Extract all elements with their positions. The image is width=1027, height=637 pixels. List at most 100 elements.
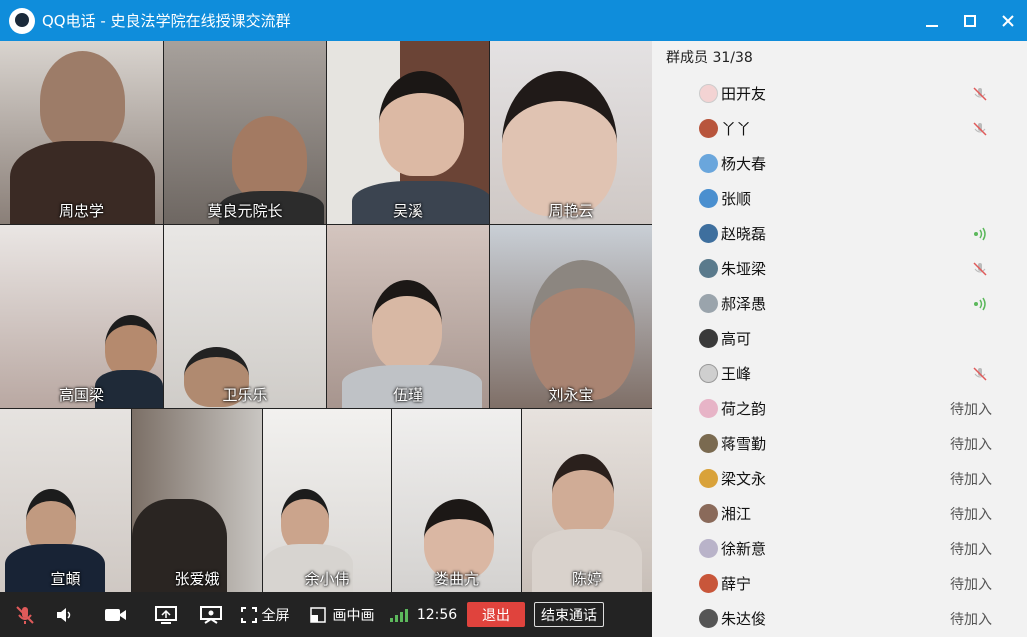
member-name: 杨大春 bbox=[721, 155, 767, 173]
picture-in-picture-icon bbox=[309, 606, 326, 623]
maximize-button[interactable] bbox=[951, 0, 989, 41]
pending-status: 待加入 bbox=[950, 611, 992, 628]
video-tile[interactable]: 娄曲亢 bbox=[392, 409, 521, 592]
member-row[interactable]: 高可 bbox=[652, 321, 1027, 356]
video-grid: 周忠学 莫良元院长 吴溪 周艳云 高国梁 卫乐乐 伍瑾 刘永宝 宣頔 张爱娥 余… bbox=[0, 41, 652, 592]
member-name: 丫丫 bbox=[721, 120, 752, 138]
member-row[interactable]: 蒋雪勤 待加入 bbox=[652, 426, 1027, 461]
participant-name: 刘永宝 bbox=[548, 386, 594, 404]
member-name: 赵晓磊 bbox=[721, 225, 767, 243]
member-row[interactable]: 薛宁 待加入 bbox=[652, 566, 1027, 601]
pip-button[interactable]: 画中画 bbox=[302, 592, 382, 637]
participant-name: 周艳云 bbox=[548, 202, 594, 220]
avatar bbox=[699, 224, 718, 243]
qq-logo-icon bbox=[9, 7, 35, 34]
avatar bbox=[699, 119, 718, 138]
mic-muted-icon bbox=[973, 366, 987, 381]
member-row[interactable]: 田开友 bbox=[652, 76, 1027, 111]
member-name: 薛宁 bbox=[721, 575, 752, 593]
member-row[interactable]: 梁文永 待加入 bbox=[652, 461, 1027, 496]
video-tile[interactable]: 伍瑾 bbox=[327, 225, 489, 408]
member-row[interactable]: 郝泽愚 bbox=[652, 286, 1027, 321]
video-tile[interactable]: 张爱娥 bbox=[132, 409, 262, 592]
member-name: 郝泽愚 bbox=[721, 295, 767, 313]
signal-icon bbox=[390, 608, 408, 622]
video-tile[interactable]: 周忠学 bbox=[0, 41, 163, 224]
member-row[interactable]: 湘江 待加入 bbox=[652, 496, 1027, 531]
call-duration: 12:56 bbox=[416, 606, 458, 623]
member-row[interactable]: 杨大春 bbox=[652, 146, 1027, 181]
avatar bbox=[699, 154, 718, 173]
participant-name: 高国梁 bbox=[58, 386, 104, 404]
end-call-button[interactable]: 结束通话 bbox=[534, 602, 604, 627]
exit-button[interactable]: 退出 bbox=[467, 602, 525, 627]
member-name: 梁文永 bbox=[721, 470, 767, 488]
pending-status: 待加入 bbox=[950, 401, 992, 418]
member-name: 徐新意 bbox=[721, 540, 767, 558]
camera-button[interactable] bbox=[86, 592, 146, 637]
participant-name: 陈婷 bbox=[571, 570, 602, 588]
avatar bbox=[699, 399, 718, 418]
video-tile[interactable]: 卫乐乐 bbox=[164, 225, 326, 408]
demo-button[interactable] bbox=[186, 592, 236, 637]
avatar bbox=[699, 504, 718, 523]
mic-off-icon bbox=[16, 605, 34, 624]
participant-name: 卫乐乐 bbox=[222, 386, 268, 404]
participant-name: 周忠学 bbox=[58, 202, 104, 220]
video-tile[interactable]: 吴溪 bbox=[327, 41, 489, 224]
pip-label: 画中画 bbox=[332, 607, 375, 624]
video-tile[interactable]: 宣頔 bbox=[0, 409, 131, 592]
speaker-icon bbox=[57, 607, 71, 622]
speaker-button[interactable] bbox=[50, 592, 78, 637]
mic-muted-icon bbox=[973, 261, 987, 276]
member-row[interactable]: 赵晓磊 bbox=[652, 216, 1027, 251]
avatar bbox=[699, 609, 718, 628]
member-name: 朱达俊 bbox=[721, 610, 767, 628]
avatar bbox=[699, 539, 718, 558]
member-row[interactable]: 张顺 bbox=[652, 181, 1027, 216]
pending-status: 待加入 bbox=[950, 541, 992, 558]
avatar bbox=[699, 259, 718, 278]
member-row[interactable]: 王峰 bbox=[652, 356, 1027, 391]
participant-name: 莫良元院长 bbox=[207, 202, 283, 220]
member-name: 高可 bbox=[721, 330, 752, 348]
pending-status: 待加入 bbox=[950, 576, 992, 593]
member-row[interactable]: 荷之韵 待加入 bbox=[652, 391, 1027, 426]
share-screen-icon bbox=[155, 605, 177, 624]
member-row[interactable]: 朱达俊 待加入 bbox=[652, 601, 1027, 636]
title-bar: QQ电话 - 史良法学院在线授课交流群 bbox=[0, 0, 1027, 41]
pending-status: 待加入 bbox=[950, 506, 992, 523]
video-tile[interactable]: 余小伟 bbox=[263, 409, 391, 592]
close-button[interactable] bbox=[989, 0, 1027, 41]
member-name: 田开友 bbox=[721, 85, 767, 103]
fullscreen-label: 全屏 bbox=[261, 607, 290, 624]
participant-name: 吴溪 bbox=[392, 202, 423, 220]
share-screen-button[interactable] bbox=[146, 592, 186, 637]
member-row[interactable]: 朱垭梁 bbox=[652, 251, 1027, 286]
member-row[interactable]: 丫丫 bbox=[652, 111, 1027, 146]
fullscreen-button[interactable]: 全屏 bbox=[236, 592, 294, 637]
participant-name: 宣頔 bbox=[50, 570, 81, 588]
participant-name: 伍瑾 bbox=[392, 386, 423, 404]
avatar bbox=[699, 294, 718, 313]
video-tile[interactable]: 周艳云 bbox=[490, 41, 652, 224]
video-tile[interactable]: 陈婷 bbox=[522, 409, 652, 592]
member-name: 朱垭梁 bbox=[721, 260, 767, 278]
video-tile[interactable]: 刘永宝 bbox=[490, 225, 652, 408]
avatar bbox=[699, 469, 718, 488]
member-row[interactable]: 徐新意 待加入 bbox=[652, 531, 1027, 566]
video-tile[interactable]: 莫良元院长 bbox=[164, 41, 326, 224]
mic-muted-icon bbox=[973, 121, 987, 136]
member-panel: 群成员 31/38 田开友 丫丫 杨大春 张顺 赵晓磊 朱垭梁 郝泽愚 高可 王… bbox=[652, 41, 1027, 637]
mute-mic-button[interactable] bbox=[0, 592, 50, 637]
avatar bbox=[699, 84, 718, 103]
close-icon bbox=[1002, 14, 1014, 27]
participant-name: 余小伟 bbox=[304, 570, 350, 588]
member-name: 荷之韵 bbox=[721, 400, 767, 418]
video-tile[interactable]: 高国梁 bbox=[0, 225, 163, 408]
call-toolbar: 全屏 画中画 12:56 退出 结束通话 bbox=[0, 592, 652, 637]
minimize-button[interactable] bbox=[913, 0, 951, 41]
minimize-icon bbox=[926, 24, 938, 27]
speaking-icon bbox=[974, 297, 986, 310]
avatar bbox=[699, 434, 718, 453]
